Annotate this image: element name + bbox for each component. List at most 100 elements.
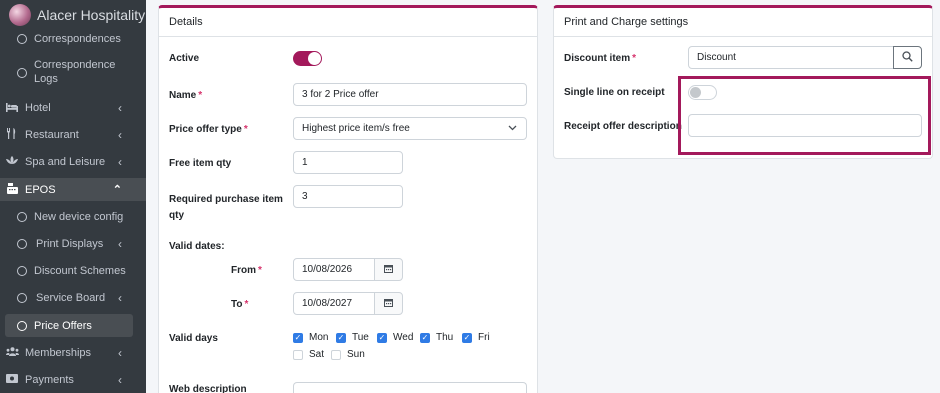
print-charge-settings-header: Print and Charge settings [554,8,932,37]
required-marker: * [632,53,637,64]
sidebar-item-label: Spa and Leisure [25,156,106,168]
sidebar-item-label-block: Correspondence Logs [34,58,115,86]
chevron-left-icon: ‹ [118,155,122,169]
from-date-input[interactable]: 10/08/2026 [293,258,375,281]
sidebar-item-discount-schemes[interactable]: Discount Schemes [0,261,146,281]
price-offer-type-label: Price offer type * [169,124,248,135]
required-marker: * [243,124,248,135]
highlight-box [678,76,931,155]
required-purchase-qty-label-line2: qty [169,210,184,221]
day-label: Fri [478,332,490,343]
circle-icon [17,212,27,222]
brand-logo-icon [9,4,31,26]
free-item-qty-value: 1 [302,157,308,168]
price-offer-type-select[interactable]: Highest price item/s free [293,117,527,140]
free-item-qty-input[interactable]: 1 [293,151,403,174]
name-label-text: Name [169,90,197,101]
checkbox-checked-icon: ✓ [377,332,387,343]
day-label: Wed [393,332,414,343]
day-label: Sun [347,349,365,360]
chevron-left-icon: ‹ [118,346,122,360]
discount-item-label: Discount item * [564,53,636,64]
name-input[interactable]: 3 for 2 Price offer [293,83,527,106]
discount-item-input[interactable]: Discount [688,46,894,69]
checkbox-tue[interactable]: ✓ Tue [336,332,369,343]
sidebar-item-epos[interactable]: EPOS ⌃ [0,178,146,201]
circle-icon [17,266,27,276]
name-value: 3 for 2 Price offer [302,89,379,100]
to-date-value: 10/08/2027 [302,298,353,309]
sidebar-item-print-displays[interactable]: Print Displays ‹ [0,234,146,254]
web-description-input[interactable] [293,382,527,393]
sidebar-item-label: Discount Schemes [34,265,126,277]
checkbox-mon[interactable]: ✓ Mon [293,332,328,343]
to-label-text: To [231,299,243,310]
single-line-receipt-label: Single line on receipt [564,87,665,98]
sidebar-item-memberships[interactable]: Memberships ‹ [0,343,146,363]
sidebar-item-service-board[interactable]: Service Board ‹ [0,288,146,308]
to-date-input[interactable]: 10/08/2027 [293,292,375,315]
brand-name: Alacer Hospitality [37,7,146,23]
sidebar-item-price-offers[interactable]: Price Offers [5,314,133,337]
sidebar-item-label: Service Board [36,292,106,304]
details-title: Details [169,16,203,28]
checkbox-wed[interactable]: ✓ Wed [377,332,413,343]
circle-icon [17,68,27,78]
checkbox-thu[interactable]: ✓ Thu [420,332,453,343]
checkbox-checked-icon: ✓ [462,332,472,343]
sidebar-item-label: Print Displays [36,238,104,250]
required-marker: * [198,90,203,101]
required-purchase-qty-input[interactable]: 3 [293,185,403,208]
active-label: Active [169,53,200,64]
circle-icon [17,293,27,303]
from-calendar-button[interactable] [374,258,403,281]
price-offer-type-value: Highest price item/s free [302,123,410,134]
circle-icon [17,239,27,249]
checkbox-sun[interactable]: Sun [331,349,365,360]
discount-item-value: Discount [697,52,736,63]
discount-item-search-button[interactable] [893,46,922,69]
required-purchase-qty-label: Required purchase item qty [169,192,283,224]
print-charge-settings-title: Print and Charge settings [564,16,689,28]
sidebar-item-hotel[interactable]: Hotel ‹ [0,98,146,118]
cash-register-icon [4,182,20,197]
checkbox-fri[interactable]: ✓ Fri [462,332,490,343]
circle-icon [17,320,27,331]
sidebar-item-label: Memberships [25,347,92,359]
circle-icon [17,34,27,44]
required-marker: * [244,299,249,310]
sidebar-item-spa-and-leisure[interactable]: Spa and Leisure ‹ [0,152,146,172]
discount-item-label-text: Discount item [564,53,631,64]
chevron-down-icon [508,123,517,134]
sidebar-item-restaurant[interactable]: Restaurant ‹ [0,125,146,145]
valid-dates-label: Valid dates: [169,241,225,252]
sidebar-item-label: Hotel [25,102,51,114]
day-label: Mon [309,332,329,343]
sidebar-item-new-device-config[interactable]: New device config [0,207,146,227]
checkbox-sat[interactable]: Sat [293,349,324,360]
brand[interactable]: Alacer Hospitality [0,0,146,30]
sidebar-item-correspondence-logs[interactable]: Correspondence Logs [0,58,146,88]
price-offer-type-label-text: Price offer type [169,124,242,135]
day-label: Sat [309,349,325,360]
chevron-left-icon: ‹ [118,128,122,142]
to-calendar-button[interactable] [374,292,403,315]
calendar-icon [384,264,393,276]
active-toggle[interactable] [293,51,322,66]
chevron-left-icon: ‹ [118,101,122,115]
sidebar-item-label: New device config [34,211,124,223]
checkbox-unchecked-icon [331,349,341,360]
utensils-icon [4,128,20,142]
spa-icon [4,156,20,168]
to-label: To * [231,299,248,310]
sidebar-item-label: Payments [25,374,74,386]
sidebar-item-payments[interactable]: Payments ‹ [0,370,146,390]
chevron-left-icon: ‹ [118,373,122,387]
toggle-knob [308,52,321,65]
required-marker: * [258,265,262,276]
chevron-up-icon: ⌃ [112,184,122,196]
required-purchase-qty-value: 3 [302,191,308,202]
users-icon [4,347,20,359]
sidebar-item-correspondences[interactable]: Correspondences [0,30,146,48]
sidebar-item-label: Correspondences [34,33,121,45]
